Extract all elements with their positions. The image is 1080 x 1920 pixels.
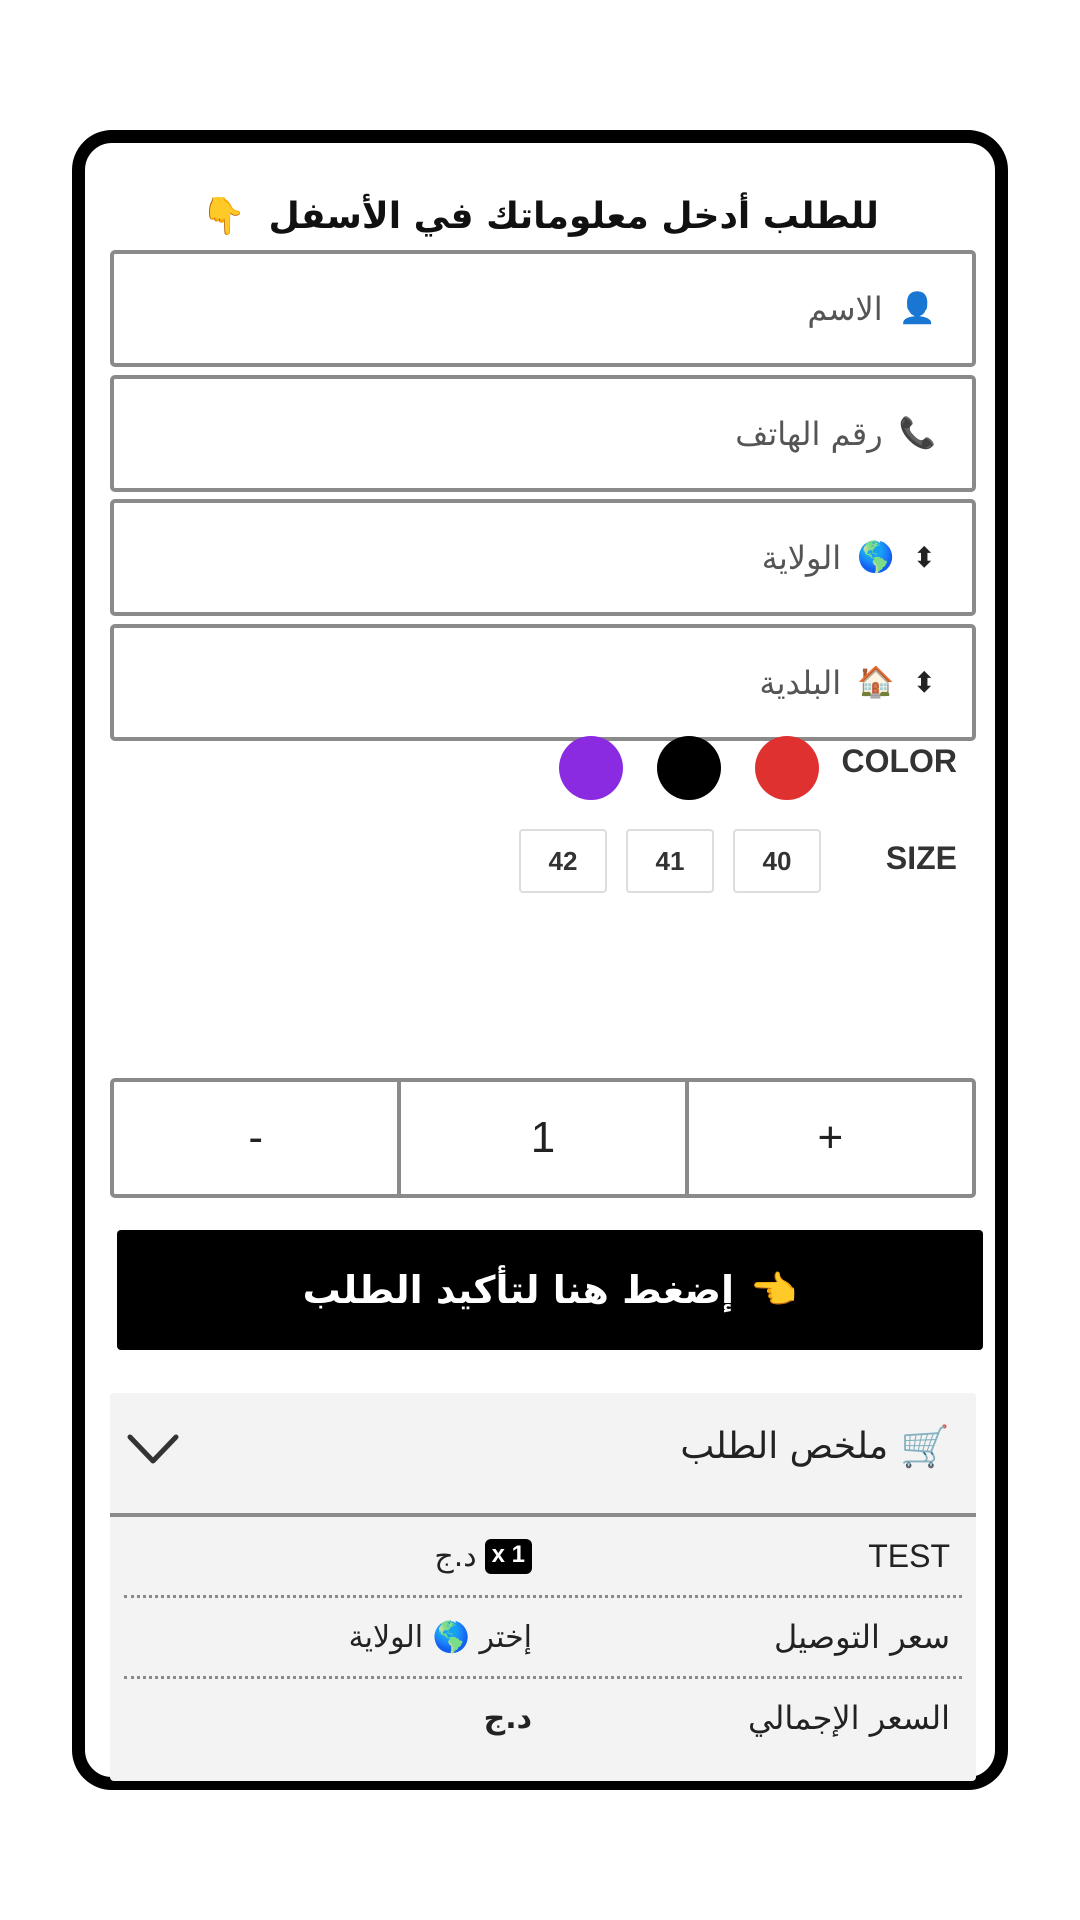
quantity-stepper: - 1 + <box>110 1078 976 1198</box>
form-title: للطلب أدخل معلوماتك في الأسفل 👇 <box>85 195 995 237</box>
color-label: COLOR <box>841 743 957 779</box>
state-select-value: الولاية <box>761 538 842 577</box>
summary-row-product: TEST x 1 د.ج <box>124 1517 962 1598</box>
select-caret-icon: ⬍ <box>912 540 936 574</box>
confirm-order-button[interactable]: 👈 إضغط هنا لتأكيد الطلب <box>117 1230 983 1350</box>
summary-row-shipping: سعر التوصيل إختر 🌎 الولاية <box>124 1598 962 1679</box>
municipality-select[interactable]: البلدية 🏠 ⬍ <box>110 624 976 741</box>
cart-icon: 🛒 <box>900 1424 950 1470</box>
order-summary-header[interactable]: 🛒 ملخص الطلب <box>110 1393 976 1517</box>
chevron-down-icon[interactable] <box>126 1429 180 1469</box>
house-icon: 🏠 <box>857 665 895 700</box>
municipality-select-value: البلدية <box>759 663 842 702</box>
name-input[interactable]: الاسم 👤 <box>110 250 976 367</box>
summary-product-name: TEST <box>868 1537 950 1574</box>
form-title-text: للطلب أدخل معلوماتك في الأسفل <box>268 196 879 237</box>
state-select[interactable]: الولاية 🌎 ⬍ <box>110 499 976 616</box>
phone-input[interactable]: رقم الهاتف 📞 <box>110 375 976 492</box>
summary-row-total: السعر الإجمالي د.ج <box>124 1679 962 1757</box>
order-summary: 🛒 ملخص الطلب TEST x 1 د.ج سعر التوصيل إخ… <box>110 1393 976 1781</box>
quantity-value[interactable]: 1 <box>397 1082 684 1194</box>
phone-icon: 📞 <box>898 416 936 451</box>
decrement-button[interactable]: - <box>114 1082 397 1194</box>
phone-input-placeholder: رقم الهاتف <box>735 414 883 453</box>
order-summary-title: 🛒 ملخص الطلب <box>680 1423 950 1470</box>
summary-shipping-label: سعر التوصيل <box>774 1618 950 1656</box>
size-option-40[interactable]: 40 <box>733 829 821 893</box>
pointing-left-icon: 👈 <box>750 1267 798 1312</box>
pointing-down-icon: 👇 <box>201 196 246 237</box>
confirm-order-label: إضغط هنا لتأكيد الطلب <box>302 1268 735 1312</box>
size-option-41[interactable]: 41 <box>626 829 714 893</box>
color-swatch-purple[interactable] <box>559 736 623 800</box>
order-summary-title-text: ملخص الطلب <box>680 1426 889 1467</box>
name-input-placeholder: الاسم <box>807 289 883 328</box>
summary-shipping-value: إختر 🌎 الولاية <box>348 1619 532 1655</box>
summary-total-label: السعر الإجمالي <box>747 1699 950 1737</box>
quantity-badge: x 1 <box>484 1538 532 1574</box>
size-option-42[interactable]: 42 <box>519 829 607 893</box>
color-swatch-black[interactable] <box>657 736 721 800</box>
summary-total-value: د.ج <box>483 1700 532 1736</box>
user-icon: 👤 <box>898 291 936 326</box>
summary-product-value: x 1 د.ج <box>124 1538 532 1574</box>
color-swatch-red[interactable] <box>755 736 819 800</box>
size-label: SIZE <box>885 840 957 876</box>
globe-icon: 🌎 <box>857 540 895 575</box>
order-form-card: للطلب أدخل معلوماتك في الأسفل 👇 الاسم 👤 … <box>72 130 1008 1790</box>
select-caret-icon: ⬍ <box>912 665 936 699</box>
summary-product-price: د.ج <box>434 1538 477 1574</box>
increment-button[interactable]: + <box>684 1082 972 1194</box>
